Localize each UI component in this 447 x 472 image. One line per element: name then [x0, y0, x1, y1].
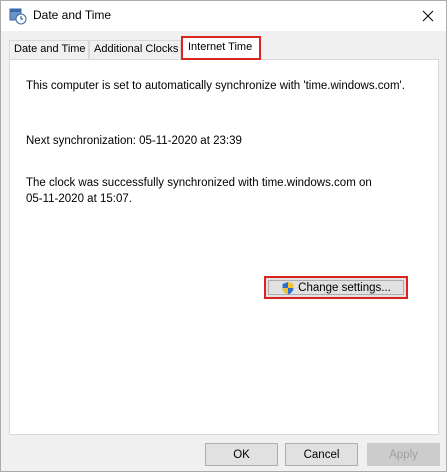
close-icon: [422, 10, 434, 22]
clock-calendar-icon: [9, 7, 27, 25]
last-sync-text-line2: 05-11-2020 at 15:07.: [26, 193, 132, 205]
cancel-button[interactable]: Cancel: [285, 443, 358, 466]
tab-additional-clocks[interactable]: Additional Clocks: [89, 40, 181, 59]
uac-shield-icon: [281, 281, 295, 295]
internet-time-panel: This computer is set to automatically sy…: [9, 59, 439, 435]
sync-status-text: This computer is set to automatically sy…: [26, 80, 405, 92]
change-settings-label: Change settings...: [298, 281, 391, 294]
ok-button[interactable]: OK: [205, 443, 278, 466]
close-button[interactable]: [410, 1, 446, 31]
next-sync-text: Next synchronization: 05-11-2020 at 23:3…: [26, 135, 242, 147]
tab-internet-time[interactable]: Internet Time: [181, 36, 261, 60]
tab-date-and-time[interactable]: Date and Time: [9, 40, 89, 59]
last-sync-text-line1: The clock was successfully synchronized …: [26, 177, 372, 189]
title-bar: Date and Time: [1, 1, 446, 31]
date-time-dialog: Date and Time Date and Time Additional C…: [0, 0, 447, 472]
apply-button[interactable]: Apply: [367, 443, 440, 466]
window-title: Date and Time: [33, 8, 112, 22]
change-settings-button[interactable]: Change settings...: [264, 276, 408, 299]
